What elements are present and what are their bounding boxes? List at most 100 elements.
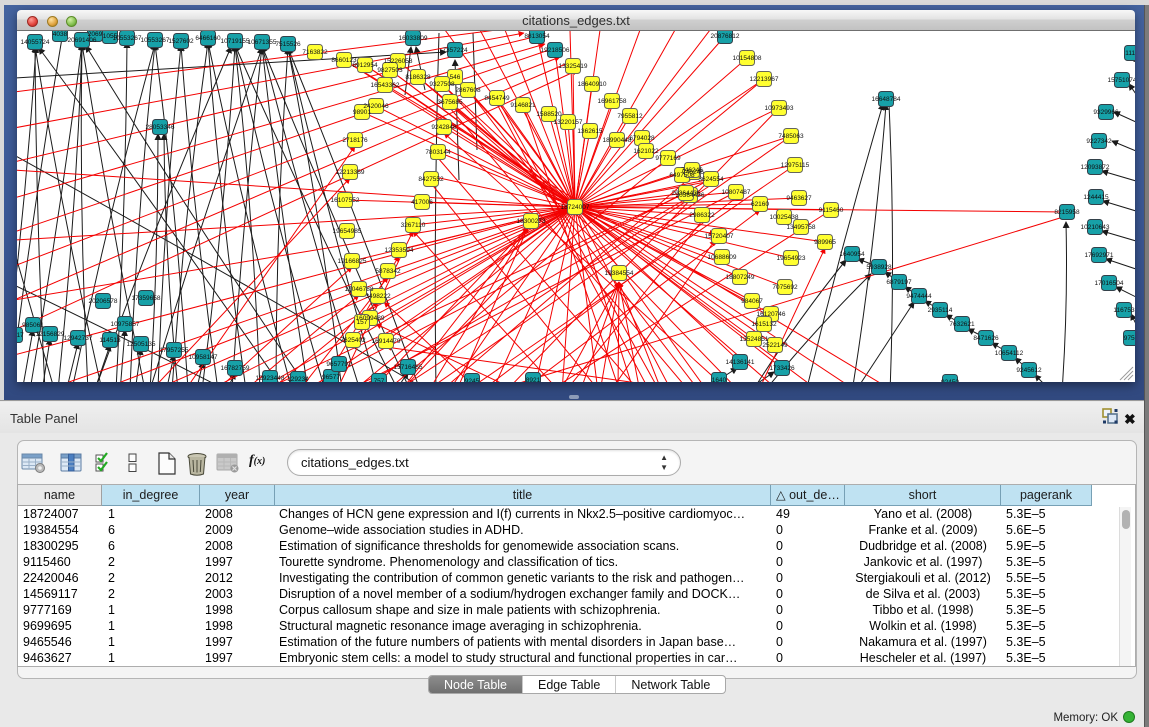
svg-text:2867608: 2867608 bbox=[455, 87, 481, 94]
svg-text:16648784: 16648784 bbox=[872, 96, 901, 103]
svg-text:17957255: 17957255 bbox=[160, 347, 189, 354]
svg-text:16961758: 16961758 bbox=[598, 98, 627, 105]
svg-text:20691406: 20691406 bbox=[68, 37, 97, 44]
svg-text:8921: 8921 bbox=[526, 377, 541, 382]
svg-text:10154808: 10154808 bbox=[733, 55, 762, 62]
svg-text:9777169: 9777169 bbox=[655, 155, 681, 162]
svg-text:10210643: 10210643 bbox=[1081, 224, 1110, 231]
svg-text:15720407: 15720407 bbox=[705, 233, 734, 240]
svg-text:7075692: 7075692 bbox=[772, 284, 798, 291]
svg-text:4038: 4038 bbox=[53, 31, 68, 38]
svg-text:9329966: 9329966 bbox=[1093, 109, 1119, 116]
svg-text:9750: 9750 bbox=[1124, 335, 1135, 342]
svg-text:12213369: 12213369 bbox=[336, 169, 365, 176]
svg-text:13495758: 13495758 bbox=[787, 224, 816, 231]
svg-text:16543362: 16543362 bbox=[371, 82, 400, 89]
svg-text:757: 757 bbox=[374, 378, 385, 382]
svg-text:157: 157 bbox=[357, 319, 368, 326]
svg-text:16120746: 16120746 bbox=[757, 311, 786, 318]
svg-text:989965: 989965 bbox=[814, 239, 836, 246]
svg-text:12975115: 12975115 bbox=[781, 162, 810, 169]
svg-text:8215958: 8215958 bbox=[1054, 209, 1080, 216]
svg-text:2986322: 2986322 bbox=[689, 212, 715, 219]
svg-text:19654985: 19654985 bbox=[333, 228, 362, 235]
svg-text:9245612: 9245612 bbox=[1016, 367, 1042, 374]
svg-text:8813054: 8813054 bbox=[524, 33, 550, 40]
svg-text:16782759: 16782759 bbox=[221, 365, 250, 372]
svg-text:10975857: 10975857 bbox=[111, 321, 140, 328]
svg-text:16107552: 16107552 bbox=[331, 197, 360, 204]
svg-text:10719155: 10719155 bbox=[221, 38, 250, 45]
svg-text:18300273: 18300273 bbox=[517, 218, 546, 225]
svg-text:10973493: 10973493 bbox=[765, 105, 794, 112]
svg-text:12923448: 12923448 bbox=[256, 375, 285, 382]
svg-text:98901: 98901 bbox=[353, 109, 371, 116]
svg-text:1640954: 1640954 bbox=[839, 251, 865, 258]
svg-text:417006: 417006 bbox=[411, 199, 433, 206]
svg-text:15716485: 15716485 bbox=[394, 364, 423, 371]
svg-text:12156829: 12156829 bbox=[36, 331, 65, 338]
svg-text:19384554: 19384554 bbox=[605, 270, 634, 277]
svg-text:7955812: 7955812 bbox=[617, 113, 643, 120]
svg-text:1527602: 1527602 bbox=[168, 38, 194, 45]
svg-text:9245: 9245 bbox=[465, 378, 480, 382]
svg-text:20364436: 20364436 bbox=[672, 190, 701, 197]
svg-text:1733426: 1733426 bbox=[769, 365, 795, 372]
svg-text:13220157: 13220157 bbox=[554, 119, 583, 126]
svg-text:20876812: 20876812 bbox=[711, 33, 740, 40]
svg-text:6879197: 6879197 bbox=[886, 279, 912, 286]
svg-text:3267110: 3267110 bbox=[401, 222, 426, 229]
svg-text:5878342: 5878342 bbox=[375, 268, 401, 275]
svg-text:16033809: 16033809 bbox=[399, 35, 428, 42]
svg-text:3498222: 3498222 bbox=[365, 293, 391, 300]
svg-text:10553267: 10553267 bbox=[141, 37, 170, 44]
svg-text:7485063: 7485063 bbox=[778, 133, 804, 140]
svg-text:9146821: 9146821 bbox=[510, 102, 536, 109]
svg-text:7357224: 7357224 bbox=[442, 47, 468, 54]
svg-text:10688609: 10688609 bbox=[708, 254, 737, 261]
svg-text:19166825: 19166825 bbox=[338, 258, 367, 265]
svg-text:9115460: 9115460 bbox=[819, 207, 844, 214]
svg-text:18990448: 18990448 bbox=[603, 137, 632, 144]
svg-text:17692971: 17692971 bbox=[1085, 252, 1114, 259]
svg-text:10654112: 10654112 bbox=[995, 350, 1024, 357]
svg-text:96577: 96577 bbox=[322, 374, 340, 381]
svg-text:39117: 39117 bbox=[17, 332, 24, 339]
svg-text:8427552: 8427552 bbox=[418, 176, 444, 183]
svg-text:6794028: 6794028 bbox=[629, 135, 655, 142]
svg-text:12942737: 12942737 bbox=[64, 335, 93, 342]
svg-text:2935114: 2935114 bbox=[928, 307, 953, 314]
svg-text:9327508: 9327508 bbox=[429, 81, 455, 88]
svg-text:19654923: 19654923 bbox=[777, 255, 806, 262]
svg-text:15751074: 15751074 bbox=[1108, 77, 1135, 84]
svg-text:18807249: 18807249 bbox=[726, 274, 755, 281]
svg-text:3675685: 3675685 bbox=[437, 99, 463, 106]
svg-text:13325419: 13325419 bbox=[559, 63, 588, 70]
svg-text:8186328: 8186328 bbox=[405, 74, 431, 81]
svg-text:17359658: 17359658 bbox=[132, 295, 161, 302]
svg-text:984067: 984067 bbox=[741, 298, 763, 305]
svg-text:19218506: 19218506 bbox=[541, 47, 570, 54]
svg-text:746246: 746246 bbox=[681, 167, 703, 174]
svg-text:1244415: 1244415 bbox=[1083, 194, 1109, 201]
svg-text:7803144: 7803144 bbox=[425, 149, 451, 156]
svg-text:17016504: 17016504 bbox=[1095, 280, 1124, 287]
svg-text:1588520: 1588520 bbox=[536, 111, 562, 118]
svg-text:8471626: 8471626 bbox=[973, 335, 999, 342]
svg-text:3624554: 3624554 bbox=[698, 176, 724, 183]
svg-text:14136141: 14136141 bbox=[726, 359, 755, 366]
svg-text:92450: 92450 bbox=[941, 379, 959, 382]
svg-text:15226058: 15226058 bbox=[384, 58, 413, 65]
svg-text:7632621: 7632621 bbox=[949, 321, 975, 328]
svg-text:1362615: 1362615 bbox=[577, 128, 603, 135]
svg-text:10958147: 10958147 bbox=[189, 354, 218, 361]
svg-text:9227342: 9227342 bbox=[1086, 138, 1112, 145]
svg-text:17046788: 17046788 bbox=[345, 286, 374, 293]
svg-text:10807487: 10807487 bbox=[722, 189, 751, 196]
svg-text:18724007: 18724007 bbox=[561, 204, 590, 211]
svg-text:28053346: 28053346 bbox=[146, 124, 175, 131]
svg-text:1621022: 1621022 bbox=[633, 148, 659, 155]
svg-text:9242848: 9242848 bbox=[431, 124, 457, 131]
svg-text:546: 546 bbox=[450, 74, 461, 81]
svg-text:116753: 116753 bbox=[1113, 307, 1135, 314]
